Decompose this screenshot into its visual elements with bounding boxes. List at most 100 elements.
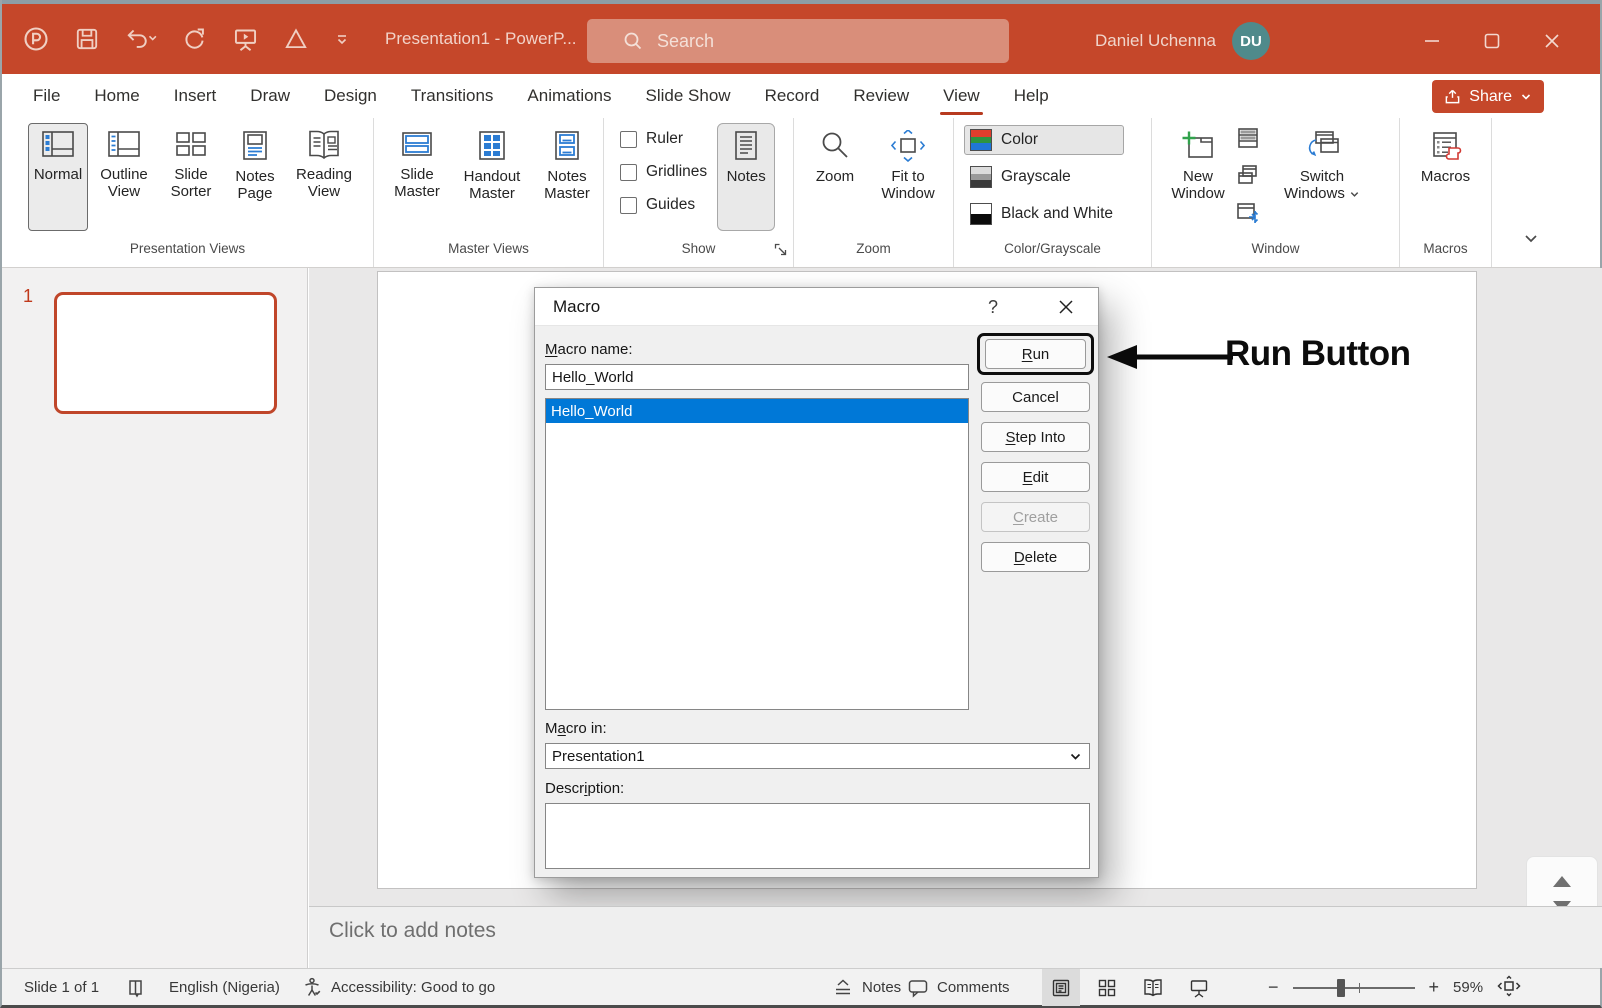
zoom-slider[interactable] — [1293, 987, 1415, 989]
group-label-color-grayscale: Color/Grayscale — [954, 241, 1151, 267]
macro-list[interactable]: Hello_World — [545, 398, 969, 710]
avatar[interactable]: DU — [1232, 22, 1270, 60]
zoom-percentage[interactable]: 59% — [1453, 979, 1483, 996]
arrange-all-icon[interactable] — [1236, 126, 1262, 155]
group-presentation-views: Normal Outline View Slide Sorter Notes P… — [2, 118, 374, 267]
macro-in-dropdown[interactable]: Presentation1 — [545, 743, 1090, 769]
new-window-button[interactable]: New Window — [1164, 123, 1232, 231]
macro-name-label: Macro name: — [545, 341, 633, 358]
undo-icon[interactable] — [124, 26, 158, 52]
zoom-out-button[interactable]: − — [1268, 977, 1279, 998]
tab-review[interactable]: Review — [836, 74, 926, 118]
spell-check-icon[interactable] — [127, 969, 147, 1006]
zoom-in-button[interactable]: + — [1429, 977, 1440, 998]
show-dialog-launcher-icon[interactable] — [774, 243, 787, 261]
step-into-button[interactable]: Step Into — [981, 422, 1090, 452]
normal-view-status-button[interactable] — [1042, 969, 1080, 1006]
macro-name-input[interactable]: Hello_World — [545, 364, 969, 390]
powerpoint-logo-icon[interactable] — [22, 25, 50, 53]
save-icon[interactable] — [74, 26, 100, 52]
shape-icon[interactable] — [283, 26, 309, 52]
macro-dialog-titlebar[interactable]: Macro ? — [535, 288, 1098, 326]
switch-windows-button[interactable]: Switch Windows — [1276, 123, 1368, 231]
cascade-windows-icon[interactable] — [1236, 163, 1262, 192]
fit-to-window-button[interactable]: Fit to Window — [872, 123, 944, 231]
slide-master-icon — [400, 130, 434, 160]
reading-view-status-button[interactable] — [1134, 969, 1172, 1006]
slide-sorter-button[interactable]: Slide Sorter — [160, 123, 222, 231]
notes-master-button[interactable]: Notes Master — [534, 123, 600, 231]
slide-sorter-status-button[interactable] — [1088, 969, 1126, 1006]
account-area[interactable]: Daniel Uchenna DU — [1095, 4, 1270, 78]
gridlines-checkbox-row[interactable]: Gridlines — [620, 163, 707, 181]
tab-file[interactable]: File — [16, 74, 77, 118]
user-name: Daniel Uchenna — [1095, 31, 1216, 51]
zoom-slider-thumb[interactable] — [1337, 979, 1345, 997]
powerpoint-window: Presentation1 - PowerP... Search Daniel … — [0, 0, 1602, 1008]
redo-repeat-icon[interactable] — [182, 26, 208, 52]
customize-qat-icon[interactable] — [333, 30, 351, 48]
help-button[interactable]: ? — [976, 288, 1010, 326]
slide-master-button[interactable]: Slide Master — [384, 123, 450, 231]
slide-1-thumbnail[interactable] — [54, 292, 277, 414]
reading-view-button[interactable]: Reading View — [288, 123, 360, 231]
previous-slide-icon[interactable] — [1553, 876, 1571, 887]
run-button[interactable]: Run — [985, 339, 1086, 369]
window-controls — [1402, 4, 1582, 78]
edit-button[interactable]: Edit — [981, 462, 1090, 492]
new-window-icon — [1181, 130, 1215, 162]
minimize-button[interactable] — [1402, 4, 1462, 78]
language-indicator[interactable]: English (Nigeria) — [169, 969, 280, 1006]
ruler-checkbox-row[interactable]: Ruler — [620, 130, 707, 148]
search-placeholder: Search — [657, 31, 714, 52]
delete-button[interactable]: Delete — [981, 542, 1090, 572]
tab-view[interactable]: View — [926, 74, 997, 118]
start-slideshow-icon[interactable] — [232, 26, 259, 53]
slide-indicator[interactable]: Slide 1 of 1 — [24, 969, 99, 1006]
notes-toggle-button[interactable]: Notes — [717, 123, 775, 231]
notes-toggle[interactable]: Notes — [832, 969, 901, 1006]
tab-design[interactable]: Design — [307, 74, 394, 118]
tab-home[interactable]: Home — [77, 74, 156, 118]
move-split-icon[interactable] — [1236, 200, 1262, 229]
ribbon-right-area — [1492, 118, 1600, 267]
macro-in-label: Macro in: — [545, 720, 607, 737]
quick-access-toolbar — [22, 25, 351, 53]
tab-help[interactable]: Help — [997, 74, 1066, 118]
tab-animations[interactable]: Animations — [510, 74, 628, 118]
dialog-close-button[interactable] — [1044, 288, 1088, 326]
color-button[interactable]: Color — [964, 125, 1124, 155]
maximize-button[interactable] — [1462, 4, 1522, 78]
slideshow-status-button[interactable] — [1180, 969, 1218, 1006]
tab-transitions[interactable]: Transitions — [394, 74, 511, 118]
guides-checkbox-row[interactable]: Guides — [620, 196, 707, 214]
share-button[interactable]: Share — [1432, 80, 1544, 113]
close-button[interactable] — [1522, 4, 1582, 78]
tab-insert[interactable]: Insert — [157, 74, 234, 118]
accessibility-status[interactable]: Accessibility: Good to go — [302, 969, 495, 1006]
outline-view-button[interactable]: Outline View — [90, 123, 158, 231]
cancel-button[interactable]: Cancel — [981, 382, 1090, 412]
search-input[interactable]: Search — [587, 19, 1009, 63]
normal-view-button[interactable]: Normal — [28, 123, 88, 231]
group-master-views: Slide Master Handout Master Notes Master… — [374, 118, 604, 267]
macro-list-item-selected[interactable]: Hello_World — [546, 399, 968, 423]
notes-pane[interactable]: Click to add notes — [309, 906, 1602, 968]
tab-slide-show[interactable]: Slide Show — [629, 74, 748, 118]
comments-toggle[interactable]: Comments — [907, 969, 1010, 1006]
ruler-checkbox[interactable] — [620, 131, 637, 148]
gridlines-checkbox[interactable] — [620, 164, 637, 181]
grayscale-button[interactable]: Grayscale — [964, 162, 1124, 192]
collapse-ribbon-icon[interactable] — [1522, 232, 1540, 251]
handout-master-button[interactable]: Handout Master — [454, 123, 530, 231]
zoom-button[interactable]: Zoom — [804, 123, 866, 231]
grayscale-icon — [970, 166, 992, 188]
tab-draw[interactable]: Draw — [233, 74, 307, 118]
description-field[interactable] — [545, 803, 1090, 869]
black-and-white-button[interactable]: Black and White — [964, 199, 1124, 229]
fit-slide-to-window-button[interactable] — [1497, 975, 1521, 1001]
guides-checkbox[interactable] — [620, 197, 637, 214]
macros-button[interactable]: Macros — [1410, 123, 1482, 231]
notes-page-button[interactable]: Notes Page — [224, 123, 286, 231]
tab-record[interactable]: Record — [748, 74, 837, 118]
